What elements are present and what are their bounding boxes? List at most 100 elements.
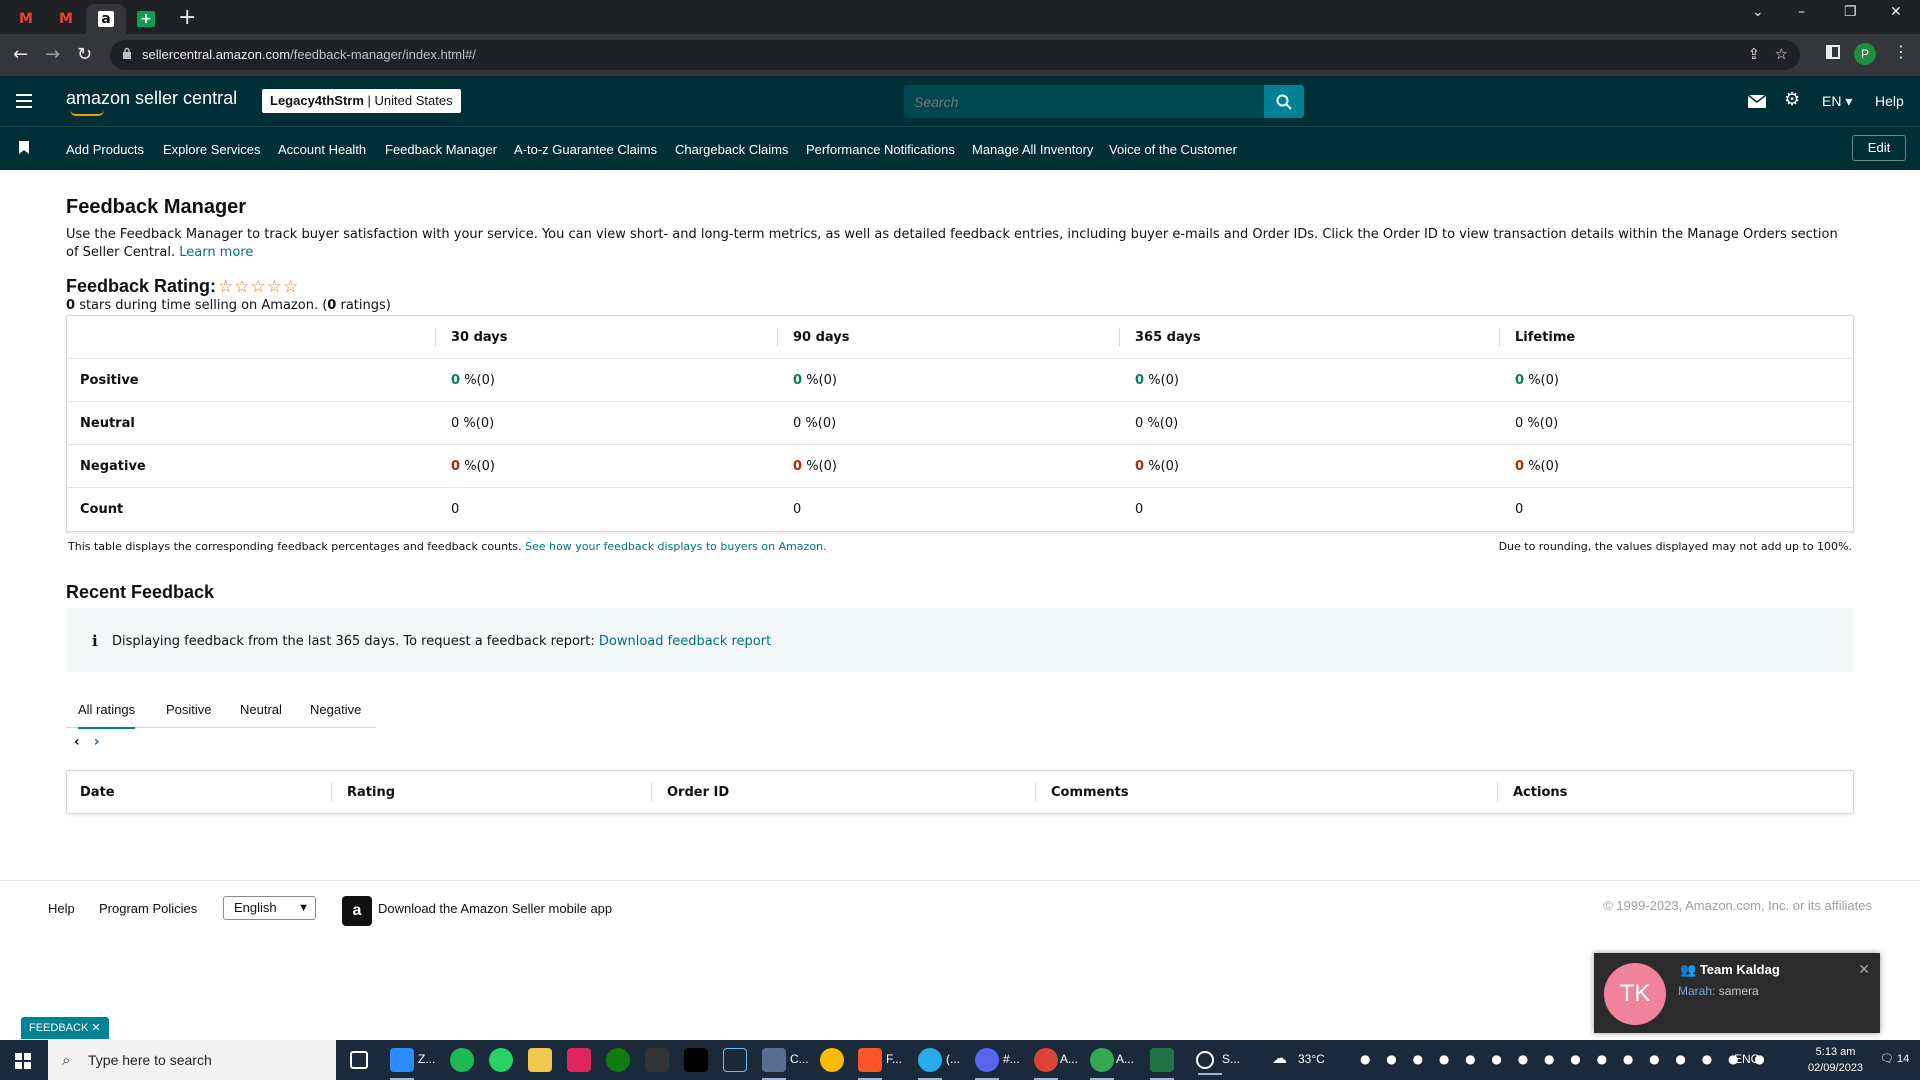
sheets-icon: +: [137, 11, 155, 27]
pagination: ‹ ›: [74, 734, 100, 750]
windows-start-icon[interactable]: [15, 1053, 31, 1069]
tab-amazon[interactable]: a: [86, 4, 126, 34]
chrome-profile-icon[interactable]: [1090, 1048, 1114, 1080]
taskbar-label: C...: [790, 1052, 809, 1066]
amazon-app-icon[interactable]: a: [342, 896, 372, 926]
close-window-icon[interactable]: ✕: [1890, 4, 1902, 20]
input-language[interactable]: ENG: [1734, 1052, 1760, 1066]
hamburger-menu-icon[interactable]: [16, 94, 32, 112]
chrome-icon[interactable]: [820, 1048, 844, 1072]
tab-search-chevron-icon[interactable]: ⌄: [1752, 4, 1764, 20]
xbox-icon[interactable]: [606, 1048, 630, 1072]
table-cell: 0 %(0): [451, 416, 495, 431]
tab-all-ratings[interactable]: All ratings: [78, 702, 136, 729]
task-view-icon[interactable]: [350, 1051, 368, 1069]
taskbar-search[interactable]: ⌕ Type here to search: [48, 1040, 336, 1080]
minimize-icon[interactable]: –: [1798, 4, 1805, 20]
table-cell: 0 %(0): [793, 459, 837, 474]
epic-games-icon[interactable]: [645, 1048, 669, 1072]
copyright: © 1999-2023, Amazon.com, Inc. or its aff…: [1603, 898, 1872, 913]
search-button[interactable]: [1264, 85, 1304, 118]
whatsapp-icon[interactable]: [489, 1048, 513, 1072]
learn-more-link[interactable]: Learn more: [179, 245, 253, 260]
shortcut-a-to-z-claims[interactable]: A-to-z Guarantee Claims: [514, 142, 657, 157]
forward-icon[interactable]: →: [45, 44, 60, 65]
close-icon[interactable]: ✕: [1858, 961, 1870, 978]
stopwatch-icon[interactable]: [1196, 1051, 1222, 1075]
tab-negative[interactable]: Negative: [310, 702, 361, 717]
column-header[interactable]: Date: [80, 785, 115, 800]
tab-neutral[interactable]: Neutral: [240, 702, 282, 717]
table-cell: 0: [1135, 502, 1144, 517]
shortcut-chargeback-claims[interactable]: Chargeback Claims: [675, 142, 788, 157]
shortcut-add-products[interactable]: Add Products: [66, 142, 144, 157]
steam-icon[interactable]: [723, 1048, 747, 1072]
help-link[interactable]: Help: [1875, 93, 1904, 109]
shortcut-feedback-manager[interactable]: Feedback Manager: [385, 142, 497, 157]
profile-avatar[interactable]: P: [1854, 43, 1876, 65]
clock[interactable]: 5:13 am 02/09/2023: [1808, 1044, 1863, 1076]
previous-page-icon[interactable]: ‹: [74, 734, 80, 750]
spotify-icon[interactable]: [450, 1048, 474, 1072]
feedback-display-link[interactable]: See how your feedback displays to buyers…: [525, 540, 826, 553]
weather-icon[interactable]: ☁: [1272, 1049, 1287, 1067]
tab-positive[interactable]: Positive: [166, 702, 212, 717]
shortcut-performance-notifications[interactable]: Performance Notifications: [806, 142, 955, 157]
footer-language-select[interactable]: English ▼: [223, 896, 316, 920]
reload-icon[interactable]: ↻: [77, 44, 92, 65]
table-cell: 0: [1515, 502, 1524, 517]
star-rating-icon: ☆☆☆☆☆: [218, 277, 300, 297]
shortcut-account-health[interactable]: Account Health: [278, 142, 366, 157]
calculator-icon[interactable]: [762, 1048, 786, 1080]
mobile-app-link[interactable]: Download the Amazon Seller mobile app: [378, 901, 612, 916]
amazon-seller-central-logo[interactable]: amazon seller central: [66, 88, 237, 116]
column-header[interactable]: Rating: [347, 785, 395, 800]
shortcut-voice-of-customer[interactable]: Voice of the Customer: [1109, 142, 1237, 157]
chrome-profile-icon[interactable]: [1034, 1048, 1058, 1080]
temperature: 33°C: [1298, 1052, 1325, 1066]
notification-center-icon[interactable]: 🗨 14: [1880, 1052, 1909, 1065]
shortcut-manage-inventory[interactable]: Manage All Inventory: [972, 142, 1093, 157]
file-explorer-icon[interactable]: [528, 1048, 552, 1072]
column-header[interactable]: Comments: [1051, 785, 1129, 800]
tab-gmail-2[interactable]: M: [46, 4, 86, 34]
tab-gmail-1[interactable]: M: [6, 4, 46, 34]
brave-icon[interactable]: [858, 1048, 882, 1080]
column-header[interactable]: Order ID: [667, 785, 729, 800]
settings-gear-icon[interactable]: ⚙: [1784, 89, 1800, 110]
mail-icon[interactable]: [1748, 95, 1766, 108]
chat-notification[interactable]: TK 👥 Team Kaldag Marah: samera ✕: [1594, 953, 1880, 1033]
footer-help-link[interactable]: Help: [48, 901, 75, 916]
info-text: Displaying feedback from the last 365 da…: [112, 634, 772, 649]
tiktok-icon[interactable]: [684, 1048, 708, 1072]
feedback-tab-button[interactable]: FEEDBACK ✕: [21, 1017, 109, 1039]
restore-icon[interactable]: ❐: [1844, 4, 1857, 20]
telegram-icon[interactable]: [918, 1048, 942, 1080]
table-cell: 0 %(0): [793, 416, 837, 431]
table-cell: 0 %(0): [1135, 416, 1179, 431]
side-panel-icon[interactable]: [1826, 45, 1840, 59]
browser-tab-strip: M M a + + ⌄ – ❐ ✕: [0, 0, 1920, 34]
store-switcher[interactable]: Legacy4thStrm | United States: [262, 89, 461, 113]
system-tray-icons[interactable]: ● ● ● ● ● ● ● ● ● ● ● ● ● ● ● ●: [1360, 1052, 1771, 1066]
program-policies-link[interactable]: Program Policies: [99, 901, 197, 916]
discord-icon[interactable]: [975, 1048, 999, 1080]
new-tab-button[interactable]: +: [178, 5, 196, 30]
feedback-rating-heading: Feedback Rating: ☆☆☆☆☆: [66, 276, 300, 297]
back-icon[interactable]: ←: [13, 44, 28, 65]
browser-menu-icon[interactable]: ⋮: [1893, 42, 1909, 61]
edit-shortcuts-button[interactable]: Edit: [1852, 135, 1906, 161]
language-selector[interactable]: EN ▾: [1822, 93, 1852, 110]
search-input[interactable]: [904, 85, 1264, 118]
download-report-link[interactable]: Download feedback report: [599, 634, 771, 649]
next-page-icon[interactable]: ›: [94, 734, 100, 750]
lock-icon: [123, 47, 131, 59]
zoom-icon[interactable]: [390, 1048, 414, 1080]
tab-sheets[interactable]: +: [126, 4, 166, 34]
share-star-icons[interactable]: ⇪ ☆: [1748, 45, 1788, 63]
url-field[interactable]: sellercentral.amazon.com/feedback-manage…: [110, 40, 1800, 70]
shortcut-explore-services[interactable]: Explore Services: [163, 142, 261, 157]
column-header: 365 days: [1135, 330, 1201, 345]
excel-icon[interactable]: [1150, 1048, 1174, 1080]
adobe-icon[interactable]: [567, 1048, 591, 1072]
